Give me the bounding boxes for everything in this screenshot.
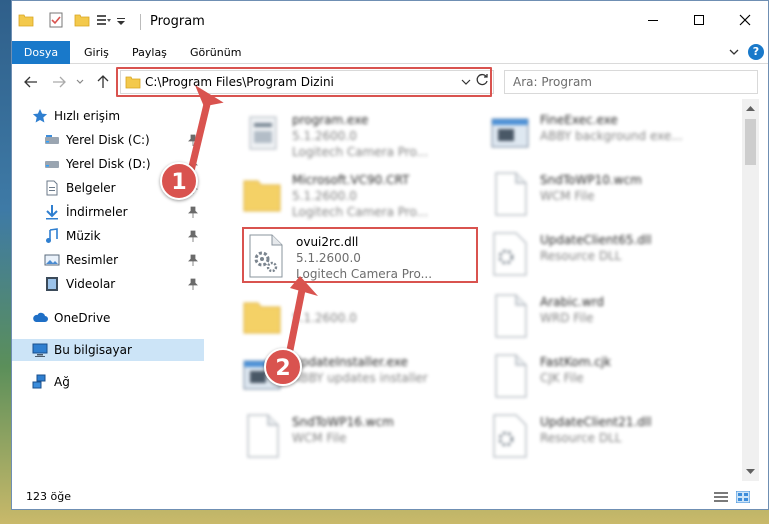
- arrow-to-file: [286, 289, 306, 351]
- annotation-arrows: [186, 85, 318, 351]
- arrow-head-address: [194, 85, 224, 107]
- arrow-to-address-bar: [186, 99, 212, 176]
- callout-step-2: 2: [264, 348, 302, 386]
- callout-step-1: 1: [160, 162, 198, 200]
